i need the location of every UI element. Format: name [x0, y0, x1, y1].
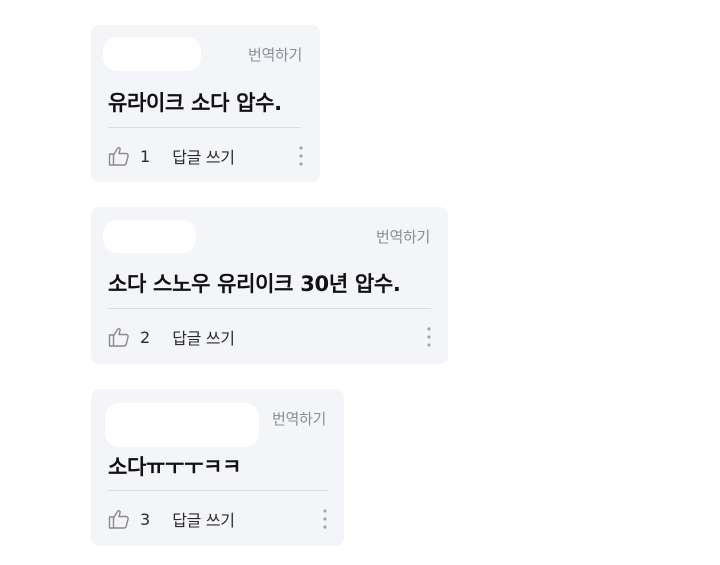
comment-text: 유라이크 소다 압수. [108, 91, 282, 115]
redacted-username [103, 37, 201, 71]
divider [108, 308, 431, 309]
thumbs-up-icon[interactable] [108, 326, 130, 348]
like-count: 2 [140, 327, 151, 347]
like-count: 3 [140, 509, 151, 529]
comment-card: 번역하기 소다ㅠㅜㅜㅋㅋ 3 답글 쓰기 [91, 389, 344, 546]
redacted-username [105, 403, 259, 447]
reply-button[interactable]: 답글 쓰기 [172, 144, 235, 168]
divider [108, 127, 301, 128]
more-options-icon[interactable] [426, 326, 432, 348]
comment-actions: 1 답글 쓰기 [108, 142, 235, 170]
comment-actions: 2 답글 쓰기 [108, 323, 235, 351]
more-options-icon[interactable] [298, 145, 304, 167]
translate-button[interactable]: 번역하기 [376, 226, 430, 247]
reply-button[interactable]: 답글 쓰기 [172, 507, 235, 531]
comment-card: 번역하기 소다 스노우 유리이크 30년 압수. 2 답글 쓰기 [91, 207, 448, 364]
more-options-icon[interactable] [322, 508, 328, 530]
comment-text: 소다ㅠㅜㅜㅋㅋ [108, 455, 242, 479]
thumbs-up-icon[interactable] [108, 508, 130, 530]
translate-button[interactable]: 번역하기 [248, 44, 302, 65]
translate-button[interactable]: 번역하기 [272, 408, 326, 429]
comment-card: 번역하기 유라이크 소다 압수. 1 답글 쓰기 [91, 25, 320, 182]
comment-text: 소다 스노우 유리이크 30년 압수. [108, 272, 401, 296]
reply-button[interactable]: 답글 쓰기 [172, 325, 235, 349]
like-count: 1 [140, 146, 151, 166]
thumbs-up-icon[interactable] [108, 145, 130, 167]
redacted-username [103, 220, 196, 253]
comment-actions: 3 답글 쓰기 [108, 505, 235, 533]
divider [108, 490, 327, 491]
